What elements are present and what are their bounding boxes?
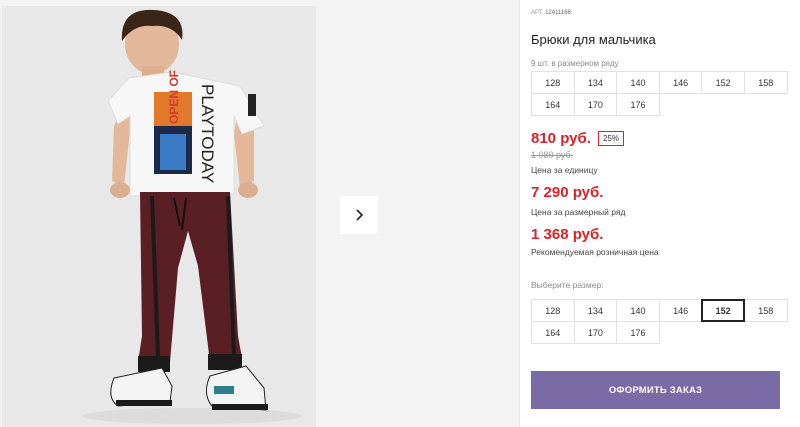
column-divider: [519, 0, 520, 427]
pack-size-cell: 158: [743, 71, 788, 94]
gallery-next-button[interactable]: [340, 196, 378, 234]
chevron-right-icon: [356, 209, 364, 221]
choose-size-label: Выберите размер:: [531, 280, 604, 290]
rrp-price-caption: Рекомендуемая розничная цена: [531, 247, 659, 257]
pack-size-cell: 152: [701, 71, 745, 94]
rrp-price: 1 368 руб.: [531, 226, 604, 243]
discount-badge: 25%: [597, 131, 624, 146]
pack-size-cell: 176: [616, 93, 660, 116]
unit-price-caption: Цена за единицу: [531, 165, 598, 175]
size-option[interactable]: 128: [531, 299, 575, 322]
sku-prefix: АРТ.: [531, 10, 544, 16]
product-photo[interactable]: PLAYTODAY OPEN OF: [2, 6, 316, 427]
product-gallery: PLAYTODAY OPEN OF: [0, 0, 520, 427]
pack-price: 7 290 руб.: [531, 184, 604, 201]
size-option[interactable]: 176: [616, 321, 660, 344]
size-selector: 128 134 140 146 152 158 164 170 176: [531, 299, 788, 344]
product-title: Брюки для мальчика: [531, 32, 656, 47]
pack-size-cell: 170: [573, 93, 618, 116]
price-row: 810 руб. 25%: [531, 130, 624, 147]
tshirt-print-overlay: OPEN OF: [167, 70, 181, 124]
order-button[interactable]: ОФОРМИТЬ ЗАКАЗ: [531, 371, 780, 409]
pack-note: 9 шт. в размерном ряду: [531, 59, 619, 68]
pack-size-cell: 140: [616, 71, 660, 94]
pack-size-cell: 134: [573, 71, 618, 94]
pack-size-table: 128 134 140 146 152 158 164 170 176: [531, 71, 788, 116]
old-price: 1 080 руб.: [531, 150, 574, 160]
size-option[interactable]: 134: [573, 299, 618, 322]
size-option[interactable]: 146: [658, 299, 703, 322]
pack-price-caption: Цена за размерный ряд: [531, 207, 626, 217]
tshirt-print-text: PLAYTODAY: [198, 84, 217, 183]
product-sku: АРТ. 12411168: [531, 10, 571, 16]
size-option[interactable]: 170: [573, 321, 618, 344]
size-option[interactable]: 164: [531, 321, 575, 344]
sku-value: 12411168: [545, 10, 571, 16]
size-option-selected[interactable]: 152: [701, 299, 745, 322]
unit-price: 810 руб.: [531, 130, 591, 147]
product-photo-illustration: PLAYTODAY OPEN OF: [2, 6, 316, 427]
pack-size-cell: 164: [531, 93, 575, 116]
pack-size-cell: 146: [658, 71, 703, 94]
size-option[interactable]: 158: [743, 299, 788, 322]
size-option[interactable]: 140: [616, 299, 660, 322]
pack-size-cell: 128: [531, 71, 575, 94]
